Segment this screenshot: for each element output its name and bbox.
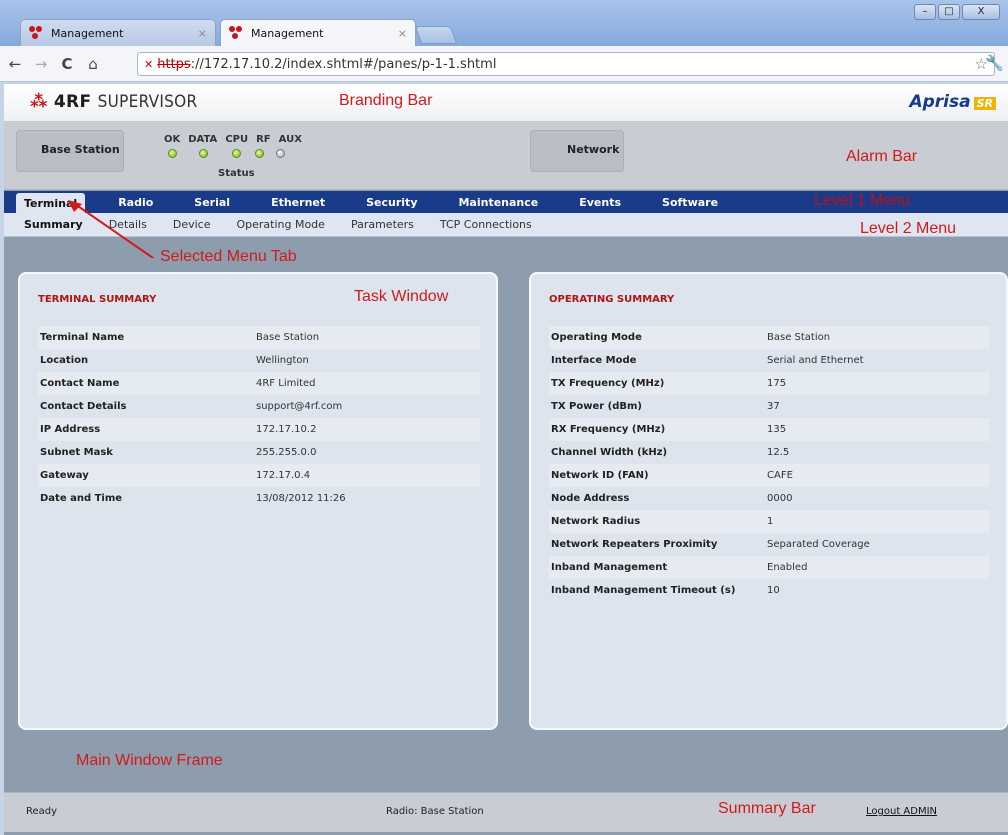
summary-bar: Ready Radio: Base Station Logout ADMIN (4, 792, 1008, 832)
status-label: Status (218, 168, 255, 179)
led-label-cpu: CPU (225, 134, 249, 145)
led-label-data: DATA (188, 134, 218, 145)
base-station-alarm-button[interactable]: Base Station (16, 130, 124, 172)
insecure-lock-icon: ✕ (144, 57, 154, 71)
maximize-button[interactable]: □ (938, 4, 960, 20)
annotation-arrow-icon (68, 200, 154, 258)
terminal-summary-panel: TERMINAL SUMMARY Terminal Name Base Stati… (18, 272, 498, 730)
submenu-tcp-connections[interactable]: TCP Connections (440, 218, 532, 231)
browser-tab-2[interactable]: Management × (220, 19, 416, 46)
led-label-ok: OK (164, 134, 181, 145)
table-row: RX Frequency (MHz) 135 (549, 418, 989, 441)
table-row: TX Frequency (MHz) 175 (549, 372, 989, 395)
4rf-favicon-icon (229, 26, 245, 40)
4rf-supervisor-logo: ⁂ 4RF SUPERVISOR (30, 92, 198, 112)
menu-ethernet[interactable]: Ethernet (263, 192, 333, 213)
submenu-device[interactable]: Device (173, 218, 211, 231)
main-window-frame: ⁂ 4RF SUPERVISOR Aprisa SR Base Station O… (4, 84, 1008, 835)
table-row: Interface Mode Serial and Ethernet (551, 355, 864, 366)
table-row: Inband Management Enabled (549, 556, 989, 579)
wrench-icon[interactable]: 🔧 (985, 54, 1004, 72)
data-led-icon (199, 149, 208, 158)
led-labels: OK DATA CPU RF AUX (158, 134, 318, 145)
url-path: ://172.17.10.2/index.shtml#/panes/p-1-1.… (190, 56, 497, 72)
table-row: Network Repeaters Proximity Separated Cov… (551, 539, 870, 550)
cpu-led-icon (232, 149, 241, 158)
submenu-parameters[interactable]: Parameters (351, 218, 414, 231)
operating-summary-panel: OPERATING SUMMARY Operating Mode Base Sta… (529, 272, 1008, 730)
annotation-level1-menu: Level 1 Menu (814, 192, 911, 209)
close-window-button[interactable]: X (962, 4, 1000, 20)
annotation-task-window: Task Window (354, 288, 449, 305)
terminal-summary-table: Terminal Name Base Station Location Wellin… (38, 326, 480, 510)
aux-led-icon (276, 149, 285, 158)
operating-summary-table: Operating Mode Base Station Interface Mod… (549, 326, 989, 602)
annotation-main-window-frame: Main Window Frame (76, 752, 223, 769)
led-row (158, 149, 318, 158)
table-row: Date and Time 13/08/2012 11:26 (40, 493, 346, 504)
radio-status: Radio: Base Station (386, 806, 484, 817)
minimize-button[interactable]: – (914, 4, 936, 20)
url-scheme: https (157, 56, 191, 72)
close-tab-icon[interactable]: × (198, 27, 207, 40)
table-row: IP Address 172.17.10.2 (38, 418, 480, 441)
table-row: Network Radius 1 (549, 510, 989, 533)
table-row: Subnet Mask 255.255.0.0 (40, 447, 317, 458)
led-label-rf: RF (256, 134, 271, 145)
table-row: Terminal Name Base Station (38, 326, 480, 349)
back-icon[interactable]: ← (4, 53, 26, 75)
browser-titlebar: Management × Management × – □ X (0, 0, 1008, 46)
table-row: Location Wellington (40, 355, 309, 366)
annotation-branding-bar: Branding Bar (339, 92, 433, 109)
table-row: Inband Management Timeout (s) 10 (551, 585, 780, 596)
close-tab-icon[interactable]: × (398, 27, 407, 40)
new-tab-button[interactable] (414, 26, 458, 44)
table-row: Gateway 172.17.0.4 (38, 464, 480, 487)
panel-title: TERMINAL SUMMARY (38, 294, 157, 305)
branding-bar: ⁂ 4RF SUPERVISOR Aprisa SR (4, 84, 1008, 122)
reload-icon[interactable]: C (56, 53, 78, 75)
ready-status: Ready (26, 806, 58, 817)
menu-maintenance[interactable]: Maintenance (450, 192, 546, 213)
status-leds: OK DATA CPU RF AUX Status (158, 134, 318, 179)
panel-title: OPERATING SUMMARY (549, 294, 675, 305)
table-row: Contact Details support@4rf.com (40, 401, 343, 412)
logout-link[interactable]: Logout ADMIN (866, 806, 937, 817)
browser-tab-label: Management (51, 26, 124, 40)
browser-toolbar: ← → C ⌂ ✕ https ://172.17.10.2/index.sht… (0, 46, 1008, 82)
network-alarm-button[interactable]: Network (530, 130, 624, 172)
aprisa-sr-logo: Aprisa SR (909, 92, 996, 112)
url-input[interactable]: ✕ https ://172.17.10.2/index.shtml#/pane… (137, 52, 995, 76)
annotation-selected-menu-tab: Selected Menu Tab (160, 248, 297, 265)
annotation-alarm-bar: Alarm Bar (846, 148, 918, 165)
4rf-favicon-icon (29, 26, 45, 40)
level2-menu: Summary Details Device Operating Mode Pa… (4, 213, 1008, 237)
table-row: Channel Width (kHz) 12.5 (551, 447, 790, 458)
menu-events[interactable]: Events (571, 192, 629, 213)
forward-icon[interactable]: → (30, 53, 52, 75)
table-row: Network ID (FAN) CAFE (549, 464, 989, 487)
annotation-summary-bar: Summary Bar (718, 800, 816, 817)
window-controls: – □ X (914, 4, 1000, 20)
rf-led-icon (255, 149, 264, 158)
browser-tab-label: Management (251, 26, 324, 40)
browser-tab-1[interactable]: Management × (20, 19, 216, 46)
table-row: TX Power (dBm) 37 (551, 401, 780, 412)
table-row: Operating Mode Base Station (549, 326, 989, 349)
table-row: Node Address 0000 (551, 493, 793, 504)
annotation-level2-menu: Level 2 Menu (860, 220, 957, 237)
ok-led-icon (168, 149, 177, 158)
menu-security[interactable]: Security (358, 192, 425, 213)
menu-software[interactable]: Software (654, 192, 726, 213)
home-icon[interactable]: ⌂ (82, 53, 104, 75)
led-label-aux: AUX (278, 134, 302, 145)
submenu-operating-mode[interactable]: Operating Mode (236, 218, 324, 231)
table-row: Contact Name 4RF Limited (38, 372, 480, 395)
menu-serial[interactable]: Serial (186, 192, 238, 213)
